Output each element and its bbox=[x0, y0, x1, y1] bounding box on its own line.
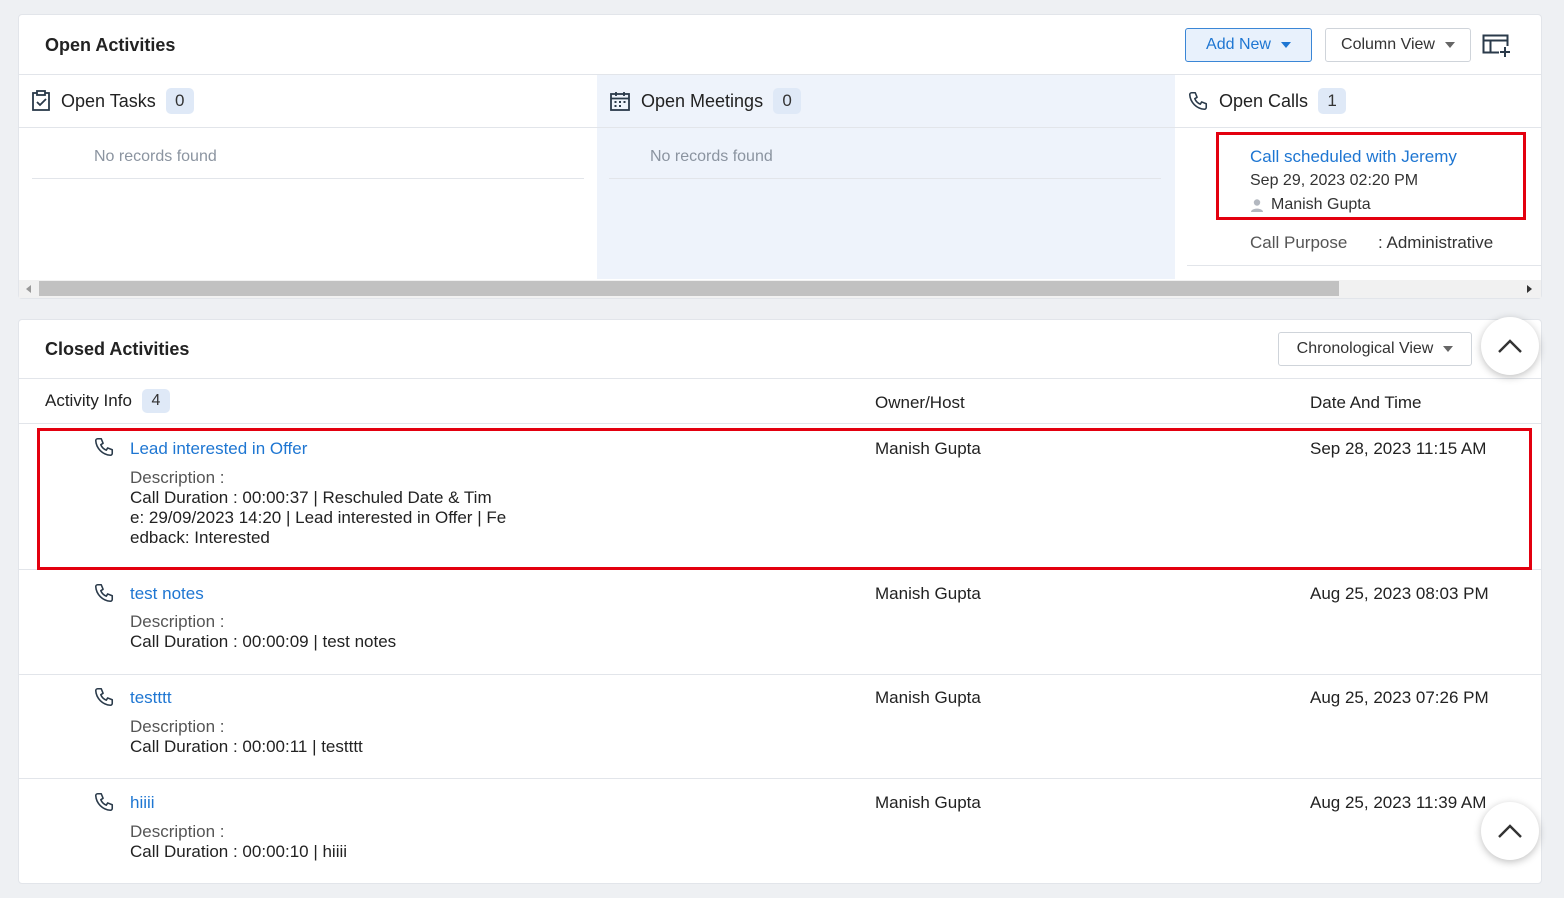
activity-title-link[interactable]: hiiii bbox=[130, 793, 155, 813]
open-call-highlight bbox=[1216, 132, 1526, 220]
phone-icon bbox=[93, 791, 115, 813]
chevron-up-icon bbox=[1497, 338, 1523, 354]
closed-activities-title: Closed Activities bbox=[45, 339, 190, 359]
activity-date: Aug 25, 2023 07:26 PM bbox=[1310, 688, 1489, 707]
open-calls-count: 1 bbox=[1318, 88, 1347, 114]
description-label: Description : bbox=[130, 822, 225, 841]
open-calls-header: Open Calls 1 bbox=[1175, 75, 1541, 128]
task-check-icon bbox=[31, 90, 53, 112]
activity-count-badge: 4 bbox=[141, 389, 170, 413]
chronological-view-label: Chronological View bbox=[1296, 340, 1434, 357]
open-activities-title: Open Activities bbox=[45, 35, 176, 55]
table-row: test notes Description : Call Duration :… bbox=[19, 570, 1541, 674]
open-tasks-label: Open Tasks bbox=[61, 90, 156, 111]
open-calls-column: Open Calls 1 Call scheduled with Jeremy … bbox=[1175, 75, 1541, 279]
scroll-right-icon[interactable] bbox=[1527, 285, 1532, 293]
owner-name: Manish Gupta bbox=[875, 793, 981, 812]
open-meetings-column: Open Meetings 0 No records found bbox=[597, 75, 1175, 279]
activity-title-link[interactable]: testttt bbox=[130, 688, 172, 708]
column-view-label: Column View bbox=[1341, 36, 1435, 53]
caret-down-icon bbox=[1443, 346, 1454, 352]
scroll-top-button[interactable] bbox=[1481, 317, 1539, 375]
activity-date: Aug 25, 2023 11:39 AM bbox=[1310, 793, 1487, 812]
open-meetings-header: Open Meetings 0 bbox=[597, 75, 1175, 128]
chronological-view-select[interactable]: Chronological View bbox=[1278, 332, 1472, 366]
date-time-header: Date And Time bbox=[1310, 393, 1422, 412]
description-text: Call Duration : 00:00:11 | testttt bbox=[130, 737, 363, 756]
activity-info-label: Activity Info bbox=[45, 391, 132, 410]
open-tasks-column: Open Tasks 0 No records found bbox=[19, 75, 597, 279]
open-calls-label: Open Calls bbox=[1219, 90, 1309, 111]
phone-icon bbox=[93, 582, 115, 604]
horizontal-scrollbar-thumb[interactable] bbox=[39, 281, 1339, 296]
open-tasks-count: 0 bbox=[165, 88, 194, 114]
owner-name: Manish Gupta bbox=[875, 584, 981, 603]
activity-info-header: Activity Info 4 bbox=[45, 389, 170, 413]
description-text: Call Duration : 00:00:09 | test notes bbox=[130, 632, 397, 651]
caret-down-icon bbox=[1280, 42, 1291, 48]
add-new-label: Add New bbox=[1206, 36, 1271, 53]
divider bbox=[32, 178, 584, 179]
divider bbox=[19, 378, 1541, 379]
description-label: Description : bbox=[130, 612, 225, 631]
divider bbox=[609, 178, 1161, 179]
phone-icon bbox=[93, 686, 115, 708]
owner-host-header: Owner/Host bbox=[875, 393, 965, 412]
call-purpose-value: : Administrative bbox=[1378, 233, 1494, 252]
open-activities-panel: Open Activities Add New Column View Open… bbox=[18, 14, 1542, 299]
open-meetings-count: 0 bbox=[773, 88, 802, 114]
add-new-button[interactable]: Add New bbox=[1185, 28, 1312, 62]
call-purpose-label: Call Purpose bbox=[1250, 233, 1348, 252]
open-tasks-header: Open Tasks 0 bbox=[19, 75, 597, 128]
activity-date: Aug 25, 2023 08:03 PM bbox=[1310, 584, 1489, 603]
activity-title-link[interactable]: test notes bbox=[130, 584, 204, 604]
table-row: testttt Description : Call Duration : 00… bbox=[19, 675, 1541, 779]
description-text: Call Duration : 00:00:10 | hiiii bbox=[130, 842, 348, 861]
divider bbox=[1187, 265, 1541, 266]
table-add-column-icon[interactable] bbox=[1482, 32, 1512, 58]
caret-down-icon bbox=[1444, 42, 1455, 48]
table-row: hiiii Description : Call Duration : 00:0… bbox=[19, 779, 1541, 883]
closed-activities-panel: Closed Activities Chronological View Act… bbox=[18, 319, 1542, 884]
open-meetings-empty: No records found bbox=[650, 148, 773, 165]
description-label: Description : bbox=[130, 717, 225, 736]
calendar-icon bbox=[609, 90, 631, 112]
owner-name: Manish Gupta bbox=[875, 688, 981, 707]
open-tasks-empty: No records found bbox=[94, 148, 217, 165]
chevron-up-icon bbox=[1497, 823, 1523, 839]
scroll-top-button[interactable] bbox=[1481, 802, 1539, 860]
activity-row-highlight bbox=[37, 428, 1532, 570]
phone-icon bbox=[1187, 90, 1209, 112]
open-meetings-label: Open Meetings bbox=[641, 90, 764, 111]
column-view-select[interactable]: Column View bbox=[1325, 28, 1471, 62]
scroll-left-icon[interactable] bbox=[26, 285, 31, 293]
